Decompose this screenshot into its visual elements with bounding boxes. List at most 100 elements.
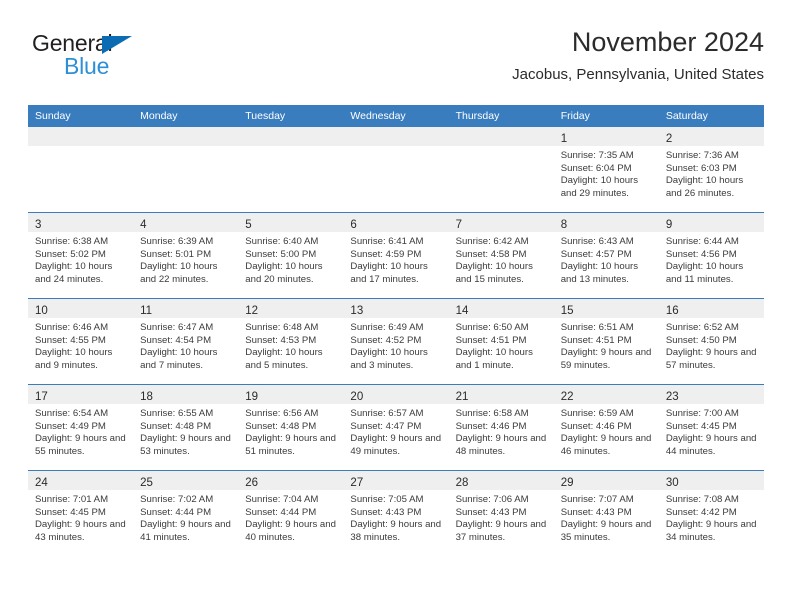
weekday-header-sunday: Sunday xyxy=(28,105,134,127)
sunset-text: Sunset: 4:48 PM xyxy=(140,420,212,432)
sunset-text: Sunset: 4:53 PM xyxy=(245,334,317,346)
day-cell[interactable]: 14 Sunrise: 6:50 AM Sunset: 4:51 PM Dayligh… xyxy=(448,299,554,384)
sunset-text: Sunset: 4:51 PM xyxy=(560,334,632,346)
day-cell[interactable]: 24 Sunrise: 7:01 AM Sunset: 4:45 PM Dayligh… xyxy=(28,471,134,556)
day-cell[interactable]: 22 Sunrise: 6:59 AM Sunset: 4:46 PM Dayligh… xyxy=(553,385,659,470)
day-number: 7 xyxy=(455,219,462,231)
sunrise-text: Sunrise: 6:42 AM xyxy=(455,236,529,247)
day-details: Sunrise: 6:44 AM Sunset: 4:56 PM Daylight:… xyxy=(659,232,764,286)
daylight-text: Daylight: 10 hours and 13 minutes. xyxy=(560,261,639,285)
day-cell[interactable]: 27 Sunrise: 7:05 AM Sunset: 4:43 PM Dayligh… xyxy=(343,471,449,556)
calendar-cell: 27 Sunrise: 7:05 AM Sunset: 4:43 PM Dayligh… xyxy=(343,470,449,556)
day-number-band: 28 xyxy=(448,471,554,490)
day-details: Sunrise: 6:41 AM Sunset: 4:59 PM Daylight:… xyxy=(343,232,448,286)
day-number: 14 xyxy=(455,305,469,317)
calendar-cell xyxy=(343,127,449,213)
weekday-header-thursday: Thursday xyxy=(448,105,554,127)
day-cell[interactable]: 28 Sunrise: 7:06 AM Sunset: 4:43 PM Dayligh… xyxy=(448,471,554,556)
calendar-cell: 17 Sunrise: 6:54 AM Sunset: 4:49 PM Dayligh… xyxy=(28,384,134,471)
day-details: Sunrise: 6:59 AM Sunset: 4:46 PM Daylight:… xyxy=(554,404,659,458)
day-cell[interactable]: 18 Sunrise: 6:55 AM Sunset: 4:48 PM Dayligh… xyxy=(133,385,239,470)
calendar-cell: 26 Sunrise: 7:04 AM Sunset: 4:44 PM Dayligh… xyxy=(238,470,344,556)
day-cell[interactable]: 12 Sunrise: 6:48 AM Sunset: 4:53 PM Dayligh… xyxy=(238,299,344,384)
day-cell[interactable]: 2 Sunrise: 7:36 AM Sunset: 6:03 PM Daylight… xyxy=(658,127,764,212)
day-number-band xyxy=(343,127,449,146)
day-number: 18 xyxy=(140,391,153,403)
day-details: Sunrise: 6:51 AM Sunset: 4:51 PM Daylight:… xyxy=(554,318,659,372)
day-number: 9 xyxy=(665,219,673,231)
day-cell[interactable]: 26 Sunrise: 7:04 AM Sunset: 4:44 PM Dayligh… xyxy=(238,471,344,556)
general-blue-logo[interactable]: General Blue xyxy=(32,30,242,86)
day-details: Sunrise: 6:52 AM Sunset: 4:50 PM Daylight:… xyxy=(659,318,764,372)
day-cell[interactable]: 1 Sunrise: 7:35 AM Sunset: 6:04 PM Daylight… xyxy=(553,127,659,212)
day-cell[interactable]: 8 Sunrise: 6:43 AM Sunset: 4:57 PM Daylight… xyxy=(553,213,659,298)
day-cell[interactable]: 19 Sunrise: 6:56 AM Sunset: 4:48 PM Dayligh… xyxy=(238,385,344,470)
calendar-cell: 12 Sunrise: 6:48 AM Sunset: 4:53 PM Dayligh… xyxy=(238,298,344,385)
day-number-band: 1 xyxy=(553,127,659,146)
day-cell[interactable]: 15 Sunrise: 6:51 AM Sunset: 4:51 PM Dayligh… xyxy=(553,299,659,384)
day-number-band: 21 xyxy=(448,385,554,404)
day-cell[interactable]: 5 Sunrise: 6:40 AM Sunset: 5:00 PM Daylight… xyxy=(238,213,344,298)
sunset-text: Sunset: 4:46 PM xyxy=(455,420,527,432)
calendar-cell: 8 Sunrise: 6:43 AM Sunset: 4:57 PM Daylight… xyxy=(553,212,659,299)
sunrise-text: Sunrise: 7:07 AM xyxy=(560,494,634,505)
day-cell[interactable]: 10 Sunrise: 6:46 AM Sunset: 4:55 PM Dayligh… xyxy=(28,299,134,384)
day-cell[interactable]: 21 Sunrise: 6:58 AM Sunset: 4:46 PM Dayligh… xyxy=(448,385,554,470)
day-cell[interactable]: 25 Sunrise: 7:02 AM Sunset: 4:44 PM Dayligh… xyxy=(133,471,239,556)
calendar-cell: 3 Sunrise: 6:38 AM Sunset: 5:02 PM Daylight… xyxy=(28,212,134,299)
sunset-text: Sunset: 4:58 PM xyxy=(455,248,527,260)
day-cell[interactable]: 6 Sunrise: 6:41 AM Sunset: 4:59 PM Daylight… xyxy=(343,213,449,298)
sunset-text: Sunset: 6:03 PM xyxy=(665,162,737,174)
day-cell[interactable]: 7 Sunrise: 6:42 AM Sunset: 4:58 PM Daylight… xyxy=(448,213,554,298)
day-cell[interactable]: 17 Sunrise: 6:54 AM Sunset: 4:49 PM Dayligh… xyxy=(28,385,134,470)
sunrise-text: Sunrise: 6:52 AM xyxy=(665,322,739,333)
day-number: 5 xyxy=(245,219,252,231)
day-number: 3 xyxy=(35,219,42,231)
daylight-text: Daylight: 9 hours and 34 minutes. xyxy=(665,519,757,543)
weekday-header-tuesday: Tuesday xyxy=(238,105,344,127)
day-cell[interactable]: 23 Sunrise: 7:00 AM Sunset: 4:45 PM Dayligh… xyxy=(658,385,764,470)
day-details: Sunrise: 6:54 AM Sunset: 4:49 PM Daylight:… xyxy=(28,404,133,458)
day-number: 16 xyxy=(665,305,679,317)
calendar-cell: 25 Sunrise: 7:02 AM Sunset: 4:44 PM Dayligh… xyxy=(133,470,239,556)
sunset-text: Sunset: 4:49 PM xyxy=(35,420,106,432)
sunset-text: Sunset: 4:42 PM xyxy=(665,506,737,518)
calendar-cell: 7 Sunrise: 6:42 AM Sunset: 4:58 PM Daylight… xyxy=(448,212,554,299)
daylight-text: Daylight: 9 hours and 53 minutes. xyxy=(140,433,231,457)
daylight-text: Daylight: 9 hours and 49 minutes. xyxy=(350,433,442,457)
day-number-band: 19 xyxy=(238,385,344,404)
sunrise-text: Sunrise: 6:49 AM xyxy=(350,322,424,333)
day-number: 27 xyxy=(350,477,364,489)
day-details: Sunrise: 7:01 AM Sunset: 4:45 PM Daylight:… xyxy=(28,490,133,544)
calendar-cell: 6 Sunrise: 6:41 AM Sunset: 4:59 PM Daylight… xyxy=(343,212,449,299)
day-cell[interactable]: 30 Sunrise: 7:08 AM Sunset: 4:42 PM Dayligh… xyxy=(658,471,764,556)
daylight-text: Daylight: 10 hours and 26 minutes. xyxy=(665,175,744,199)
sunrise-text: Sunrise: 6:55 AM xyxy=(140,408,214,419)
day-details: Sunrise: 7:05 AM Sunset: 4:43 PM Daylight:… xyxy=(343,490,448,544)
sunrise-text: Sunrise: 7:36 AM xyxy=(665,150,739,161)
daylight-text: Daylight: 9 hours and 41 minutes. xyxy=(140,519,231,543)
day-cell-empty xyxy=(448,127,554,212)
sunset-text: Sunset: 4:54 PM xyxy=(140,334,212,346)
day-cell[interactable]: 29 Sunrise: 7:07 AM Sunset: 4:43 PM Dayligh… xyxy=(553,471,659,556)
daylight-text: Daylight: 9 hours and 55 minutes. xyxy=(35,433,126,457)
day-number-band: 22 xyxy=(553,385,659,404)
day-cell[interactable]: 16 Sunrise: 6:52 AM Sunset: 4:50 PM Dayligh… xyxy=(658,299,764,384)
sunrise-text: Sunrise: 6:57 AM xyxy=(350,408,424,419)
calendar-cell: 13 Sunrise: 6:49 AM Sunset: 4:52 PM Dayligh… xyxy=(343,298,449,385)
day-cell[interactable]: 3 Sunrise: 6:38 AM Sunset: 5:02 PM Daylight… xyxy=(28,213,134,298)
calendar-cell: 5 Sunrise: 6:40 AM Sunset: 5:00 PM Daylight… xyxy=(238,212,344,299)
daylight-text: Daylight: 9 hours and 40 minutes. xyxy=(245,519,336,543)
calendar-page: General Blue November 2024 Jacobus, Penn… xyxy=(0,0,792,612)
calendar-cell: 22 Sunrise: 6:59 AM Sunset: 4:46 PM Dayligh… xyxy=(553,384,659,471)
daylight-text: Daylight: 10 hours and 17 minutes. xyxy=(350,261,428,285)
day-number: 28 xyxy=(455,477,469,489)
day-cell[interactable]: 9 Sunrise: 6:44 AM Sunset: 4:56 PM Daylight… xyxy=(658,213,764,298)
day-details: Sunrise: 7:35 AM Sunset: 6:04 PM Daylight:… xyxy=(554,146,659,200)
day-cell[interactable]: 13 Sunrise: 6:49 AM Sunset: 4:52 PM Dayligh… xyxy=(343,299,449,384)
day-cell[interactable]: 20 Sunrise: 6:57 AM Sunset: 4:47 PM Dayligh… xyxy=(343,385,449,470)
day-cell[interactable]: 11 Sunrise: 6:47 AM Sunset: 4:54 PM Dayligh… xyxy=(133,299,239,384)
calendar-cell: 11 Sunrise: 6:47 AM Sunset: 4:54 PM Dayligh… xyxy=(133,298,239,385)
daylight-text: Daylight: 9 hours and 46 minutes. xyxy=(560,433,652,457)
day-cell[interactable]: 4 Sunrise: 6:39 AM Sunset: 5:01 PM Daylight… xyxy=(133,213,239,298)
